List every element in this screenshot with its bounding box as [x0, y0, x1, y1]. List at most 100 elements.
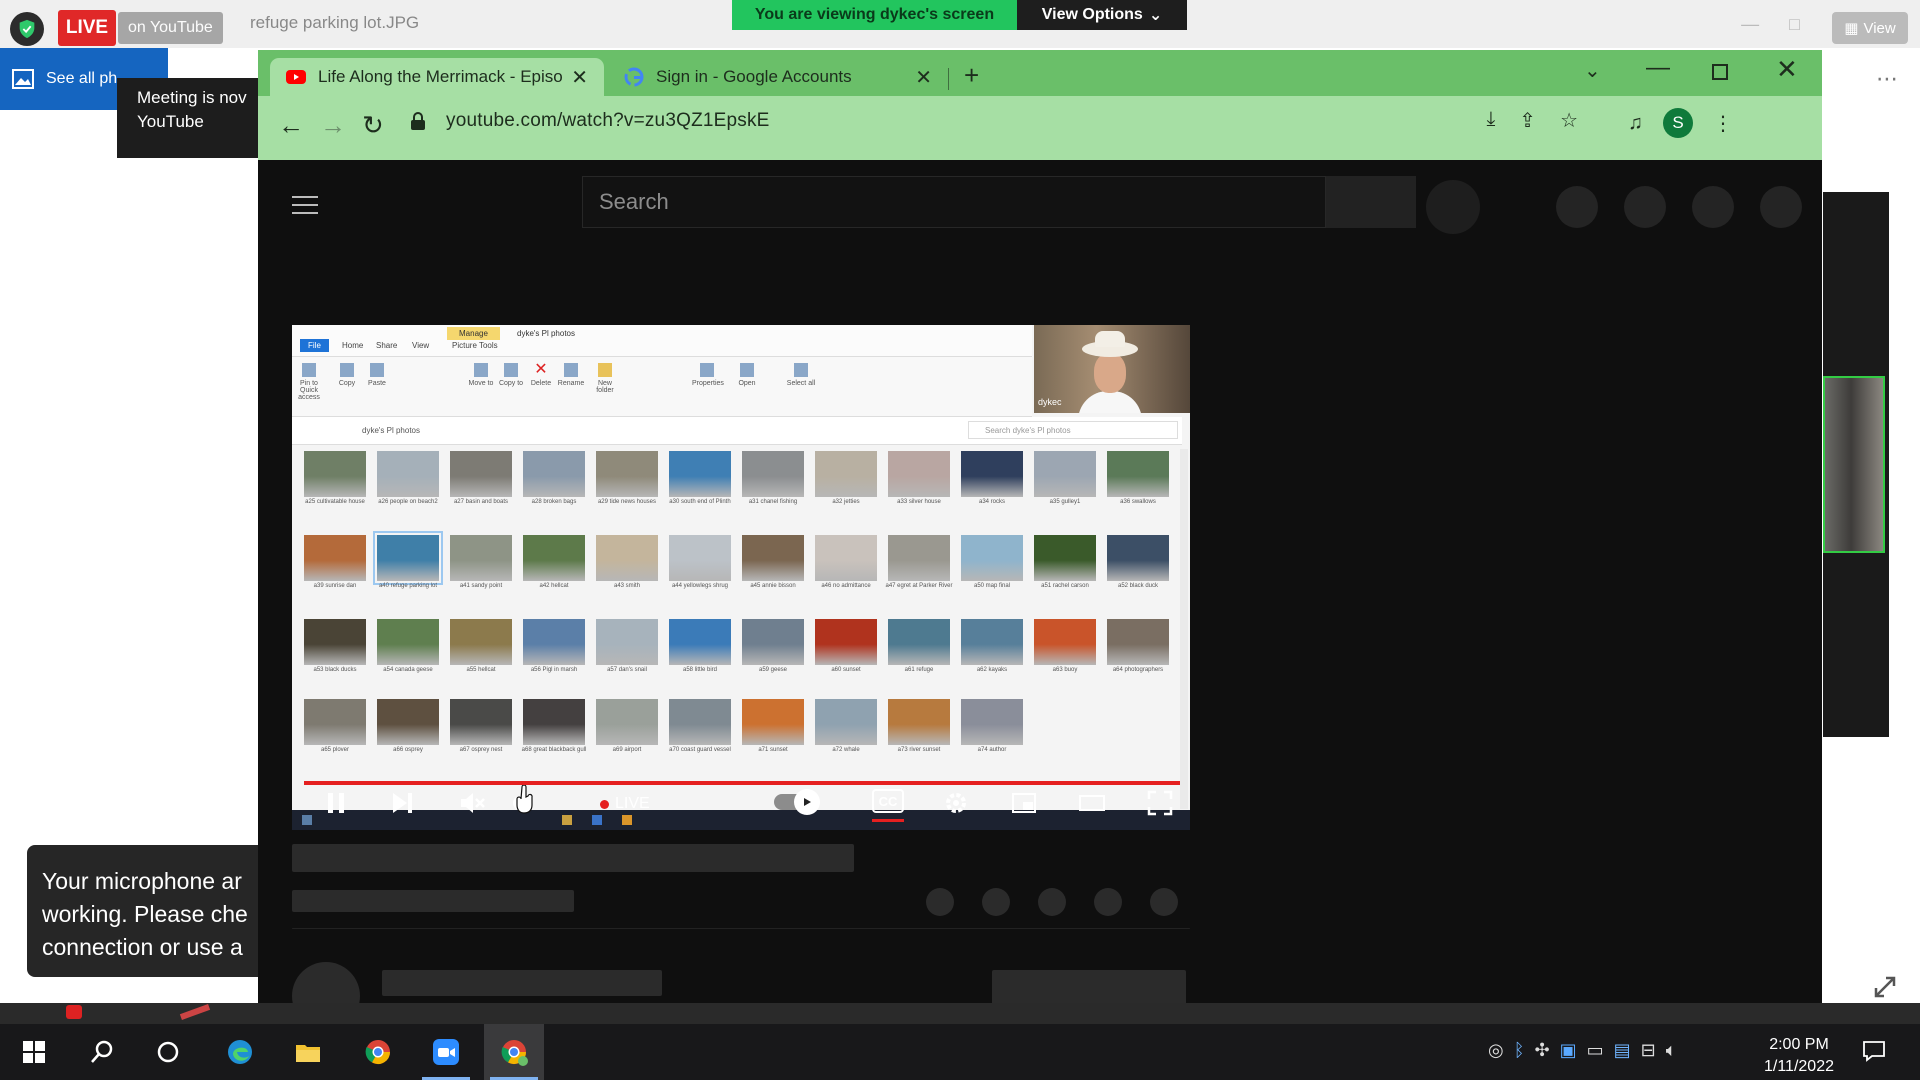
network-icon[interactable]: ⊟: [1641, 1040, 1656, 1061]
photo-thumbnail: a74 author: [961, 699, 1023, 753]
muted-volume-icon[interactable]: [458, 787, 486, 819]
volume-icon[interactable]: 🔈︎: [1666, 1040, 1677, 1061]
shield-icon[interactable]: [10, 12, 44, 46]
photo-caption: a29 tide news houses: [597, 499, 657, 505]
ribbon-button: Rename: [556, 363, 586, 387]
search-button[interactable]: [1326, 176, 1416, 228]
star-bookmark-icon[interactable]: ☆: [1560, 108, 1578, 133]
back-arrow-icon[interactable]: ←: [278, 110, 304, 141]
view-options-button[interactable]: View Options ⌄: [1017, 0, 1187, 30]
action-skeleton: [982, 888, 1010, 916]
pause-icon[interactable]: [322, 787, 350, 819]
header-icon-placeholder[interactable]: [1624, 186, 1666, 228]
photo-caption: a69 airport: [612, 747, 642, 753]
maximize-icon[interactable]: [1712, 64, 1728, 80]
photo-caption: a25 cultivatable house: [305, 499, 365, 505]
notification-icon[interactable]: [1862, 1040, 1886, 1062]
ribbon-tab: File: [300, 339, 329, 352]
hamburger-menu-icon[interactable]: [292, 196, 318, 220]
header-icon-placeholder[interactable]: [1692, 186, 1734, 228]
photo-caption: a32 jetties: [832, 499, 860, 505]
lock-icon[interactable]: [410, 112, 426, 130]
photo-thumbnail: a28 broken bags: [523, 451, 585, 505]
tab-youtube[interactable]: Life Along the Merrimack - Episo ✕: [270, 58, 604, 96]
battery-icon[interactable]: ▭: [1587, 1040, 1604, 1061]
photo-caption: a61 refuge: [904, 667, 934, 673]
photo-caption: a57 dan's snail: [607, 667, 647, 673]
forward-arrow-icon[interactable]: →: [320, 110, 346, 141]
tab-google-accounts[interactable]: Sign in - Google Accounts ✕: [608, 58, 948, 96]
zoom-app-icon[interactable]: [416, 1024, 476, 1080]
minimize-icon[interactable]: —: [1741, 14, 1759, 35]
start-button[interactable]: [4, 1024, 64, 1080]
photo-thumbnail: a30 south end of Plinth: [669, 451, 731, 505]
zoom-toolbar-strip: [0, 1003, 1920, 1024]
photo-caption: a26 people on beach2: [378, 499, 438, 505]
theater-mode-icon[interactable]: [1078, 787, 1106, 819]
photo-thumbnail: a58 little bird: [669, 619, 731, 673]
meet-now-icon[interactable]: ◎: [1488, 1040, 1504, 1061]
photo-thumbnail: a32 jetties: [815, 451, 877, 505]
maximize-icon[interactable]: □: [1789, 14, 1800, 35]
more-options-icon[interactable]: ⋯: [1876, 66, 1898, 92]
photo-caption: a54 canada geese: [383, 667, 433, 673]
install-app-icon[interactable]: ⤓: [1486, 108, 1495, 133]
photo-caption: a51 rachel carson: [1041, 583, 1089, 589]
search-icon[interactable]: [72, 1024, 132, 1080]
photo-caption: a42 hellcat: [539, 583, 569, 589]
chat-tray-icon[interactable]: ▤: [1614, 1040, 1631, 1061]
photo-thumbnail: a40 refuge parking lot: [373, 531, 443, 589]
miniplayer-icon[interactable]: [1010, 787, 1038, 819]
youtube-icon: [286, 70, 306, 84]
share-icon[interactable]: ⇪: [1519, 108, 1536, 133]
close-window-icon[interactable]: ✕: [1776, 54, 1798, 85]
gear-icon[interactable]: [942, 787, 970, 819]
next-video-icon[interactable]: [388, 787, 416, 819]
system-clock[interactable]: 2:00 PM 1/11/2022: [1760, 1034, 1838, 1078]
photo-thumbnail: a45 annie bisson: [742, 535, 804, 589]
live-badge[interactable]: LIVE: [58, 10, 116, 46]
kebab-menu-icon[interactable]: ⋮: [1713, 111, 1733, 136]
close-icon[interactable]: ✕: [915, 65, 932, 90]
photo-caption: a50 map final: [973, 583, 1011, 589]
photo-thumbnail: a63 buoy: [1034, 619, 1096, 673]
autoplay-toggle[interactable]: [774, 789, 820, 815]
profile-avatar[interactable]: S: [1663, 108, 1693, 138]
expand-icon[interactable]: [1870, 972, 1900, 1002]
youtube-search-input[interactable]: Search: [582, 176, 1326, 228]
player-live-badge[interactable]: LIVE: [600, 795, 650, 813]
video-player[interactable]: File Home Share View Picture Tools Manag…: [292, 325, 1190, 830]
captions-active-indicator: [872, 819, 904, 822]
microphone-warning-toast: Your microphone ar working. Please che c…: [27, 845, 272, 977]
file-explorer-icon[interactable]: [278, 1024, 338, 1080]
cortana-icon[interactable]: [138, 1024, 198, 1080]
photo-caption: a59 geese: [758, 667, 788, 673]
header-icon-placeholder[interactable]: [1760, 186, 1802, 228]
viewing-screen-banner: You are viewing dykec's screen: [732, 0, 1017, 30]
header-icon-placeholder[interactable]: [1556, 186, 1598, 228]
chrome-icon[interactable]: [348, 1024, 408, 1080]
media-controls-icon[interactable]: ♫: [1628, 112, 1643, 135]
photo-caption: a28 broken bags: [531, 499, 577, 505]
close-icon[interactable]: ✕: [571, 65, 588, 90]
photo-thumbnail: a39 sunrise dan: [304, 535, 366, 589]
participant-video-thumbnail[interactable]: [1823, 376, 1885, 553]
captions-button[interactable]: CC: [872, 789, 904, 813]
presenter-name: dykec: [1038, 397, 1062, 407]
voice-search-placeholder[interactable]: [1426, 180, 1480, 234]
edge-icon[interactable]: [210, 1024, 270, 1080]
tab-search-icon[interactable]: ⌄: [1584, 58, 1601, 83]
view-button[interactable]: ▦ View: [1832, 12, 1908, 44]
fullscreen-icon[interactable]: [1146, 787, 1174, 819]
photo-caption: a73 river sunset: [897, 747, 941, 753]
new-tab-button[interactable]: +: [964, 60, 979, 91]
photo-caption: a30 south end of Plinth: [669, 499, 731, 505]
zoom-tray-icon[interactable]: ▣: [1560, 1040, 1577, 1061]
reload-icon[interactable]: ↻: [362, 110, 384, 141]
chrome-profile-icon[interactable]: [484, 1024, 544, 1080]
url-text[interactable]: youtube.com/watch?v=zu3QZ1EpskE: [446, 110, 770, 132]
minimize-icon[interactable]: —: [1646, 54, 1670, 82]
tray-app-icon[interactable]: ✣: [1535, 1040, 1550, 1061]
bluetooth-icon[interactable]: ᛒ: [1514, 1040, 1525, 1061]
address-bar[interactable]: youtube.com/watch?v=zu3QZ1EpskE ⤓ ⇪ ☆: [398, 102, 1608, 140]
